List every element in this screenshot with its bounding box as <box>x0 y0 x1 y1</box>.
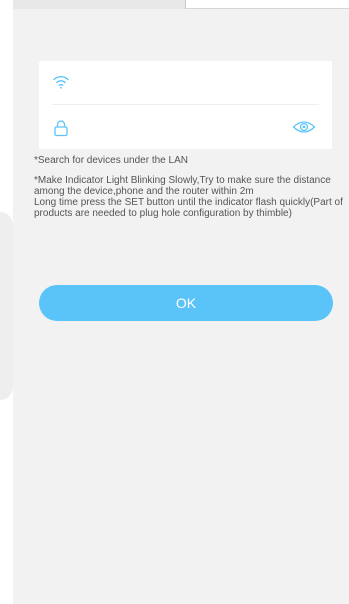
tab-left[interactable] <box>13 0 186 9</box>
eye-icon[interactable] <box>292 119 316 135</box>
indicator-instructions: *Make Indicator Light Blinking Slowly,Tr… <box>34 175 343 219</box>
password-field[interactable] <box>39 105 332 149</box>
network-credentials-card <box>39 61 332 149</box>
ok-button[interactable]: OK <box>39 285 333 321</box>
left-edge-tab <box>0 212 13 400</box>
lan-search-hint: *Search for devices under the LAN <box>34 155 188 166</box>
top-tabs <box>13 0 349 9</box>
wifi-icon <box>53 75 69 89</box>
ssid-field[interactable] <box>39 61 332 105</box>
wifi-config-panel: *Search for devices under the LAN *Make … <box>13 0 349 604</box>
lock-icon <box>54 120 68 137</box>
